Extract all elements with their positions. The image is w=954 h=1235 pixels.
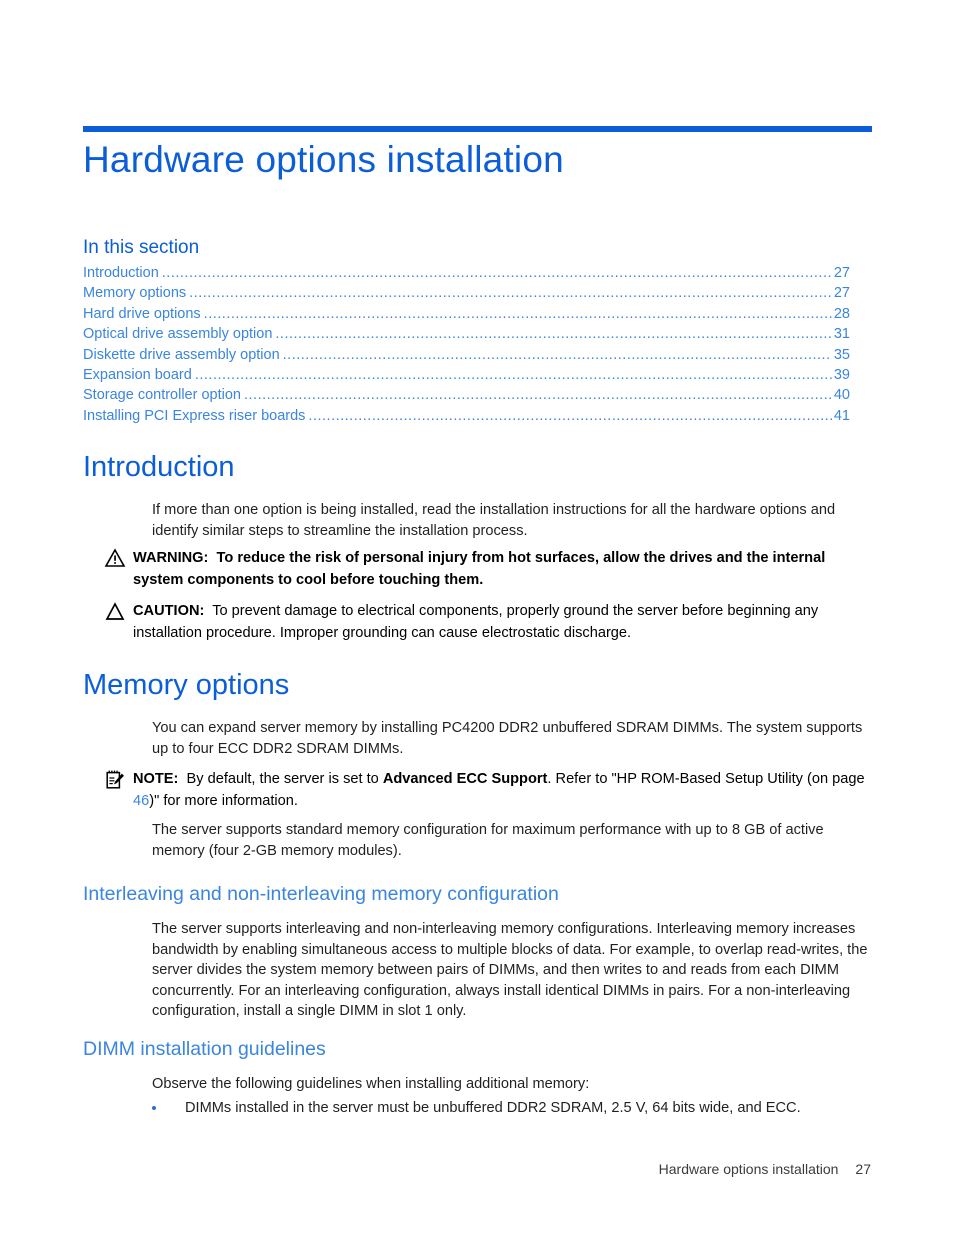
heading-dimm-installation-guidelines: DIMM installation guidelines	[83, 1038, 326, 1060]
toc-dot-leader: ........................................…	[194, 367, 832, 384]
footer-title: Hardware options installation	[658, 1161, 839, 1177]
warning-admonition: WARNING: To reduce the risk of personal …	[104, 547, 868, 591]
note-admonition: NOTE: By default, the server is set to A…	[104, 768, 868, 812]
introduction-paragraph: If more than one option is being install…	[152, 502, 836, 539]
warning-label: WARNING:	[133, 550, 209, 566]
toc-entry-page: 28	[833, 305, 850, 322]
toc-entry-introduction[interactable]: Introduction ...........................…	[83, 263, 850, 283]
heading-interleaving-memory-configuration: Interleaving and non-interleaving memory…	[83, 883, 559, 905]
footer-page-number: 27	[855, 1161, 871, 1177]
toc-entry-page: 39	[833, 367, 850, 384]
note-page-link[interactable]: 46	[133, 793, 149, 809]
caution-text: To prevent damage to electrical componen…	[133, 603, 819, 641]
chapter-rule	[83, 126, 872, 132]
caution-label: CAUTION:	[133, 603, 205, 619]
page-title: Hardware options installation	[83, 139, 564, 180]
warning-triangle-exclamation-icon	[104, 548, 128, 570]
interleaving-paragraph: The server supports interleaving and non…	[152, 921, 868, 1019]
toc-dot-leader: ........................................…	[161, 265, 832, 281]
toc-entry-page: 27	[833, 285, 850, 302]
caution-triangle-icon	[104, 601, 128, 623]
note-text-end: )" for more information.	[149, 793, 298, 809]
heading-introduction: Introduction	[83, 451, 235, 483]
note-label: NOTE:	[133, 771, 179, 787]
memory-options-paragraph-2: The server supports standard memory conf…	[152, 822, 824, 859]
dimm-guidelines-intro: Observe the following guidelines when in…	[152, 1076, 590, 1092]
toc-entry-page: 40	[833, 387, 850, 404]
toc-entry-storage-controller-option[interactable]: Storage controller option ..............…	[83, 385, 850, 405]
memory-options-paragraph-1: You can expand server memory by installi…	[152, 720, 863, 757]
toc-dot-leader: ........................................…	[244, 387, 832, 404]
toc-entry-hard-drive-options[interactable]: Hard drive options .....................…	[83, 304, 850, 324]
toc-entry-label: Hard drive options	[83, 305, 201, 322]
warning-text: To reduce the risk of personal injury fr…	[133, 550, 826, 588]
toc-entry-expansion-board[interactable]: Expansion board ........................…	[83, 365, 850, 385]
page-footer: Hardware options installation 27	[0, 1160, 871, 1178]
note-text-block: NOTE: By default, the server is set to A…	[133, 768, 868, 812]
list-item-text: DIMMs installed in the server must be un…	[185, 1100, 801, 1116]
toc-entry-label: Memory options	[83, 285, 187, 302]
toc-entry-page: 41	[833, 407, 850, 424]
toc-entry-label: Diskette drive assembly option	[83, 346, 280, 363]
in-this-section-heading: In this section	[83, 237, 200, 258]
heading-memory-options: Memory options	[83, 669, 290, 701]
list-item: DIMMs installed in the server must be un…	[152, 1098, 868, 1119]
toc-dot-leader: ........................................…	[189, 285, 832, 302]
dimm-guidelines-list: DIMMs installed in the server must be un…	[152, 1098, 868, 1119]
toc-dot-leader: ........................................…	[308, 407, 831, 424]
toc-dot-leader: ........................................…	[282, 346, 832, 363]
toc-entry-label: Expansion board	[83, 367, 192, 384]
caution-admonition: CAUTION: To prevent damage to electrical…	[104, 600, 868, 644]
caution-text-block: CAUTION: To prevent damage to electrical…	[133, 600, 868, 644]
bullet-dot-icon	[152, 1106, 156, 1110]
toc-entry-page: 27	[833, 265, 850, 281]
toc-entry-label: Introduction	[83, 265, 159, 281]
toc-entry-optical-drive-assembly-option[interactable]: Optical drive assembly option ..........…	[83, 324, 850, 344]
document-page: Hardware options installation In this se…	[0, 0, 954, 1235]
note-text-after: . Refer to "HP ROM-Based Setup Utility (…	[547, 771, 865, 787]
toc-entry-page: 35	[833, 346, 850, 363]
toc-dot-leader: ........................................…	[275, 326, 832, 343]
toc-entry-memory-options[interactable]: Memory options .........................…	[83, 283, 850, 303]
table-of-contents: Introduction ...........................…	[83, 263, 850, 426]
note-notepad-pencil-icon	[104, 769, 128, 791]
warning-text-block: WARNING: To reduce the risk of personal …	[133, 547, 868, 591]
note-bold-term: Advanced ECC Support	[382, 771, 548, 787]
toc-entry-label: Installing PCI Express riser boards	[83, 407, 306, 424]
toc-entry-installing-pci-express-riser-boards[interactable]: Installing PCI Express riser boards ....…	[83, 406, 850, 426]
toc-entry-label: Optical drive assembly option	[83, 326, 273, 343]
toc-dot-leader: ........................................…	[203, 305, 832, 322]
toc-entry-label: Storage controller option	[83, 387, 241, 404]
toc-entry-page: 31	[833, 326, 850, 343]
toc-entry-diskette-drive-assembly-option[interactable]: Diskette drive assembly option .........…	[83, 345, 850, 365]
note-text-before: By default, the server is set to	[186, 771, 383, 787]
